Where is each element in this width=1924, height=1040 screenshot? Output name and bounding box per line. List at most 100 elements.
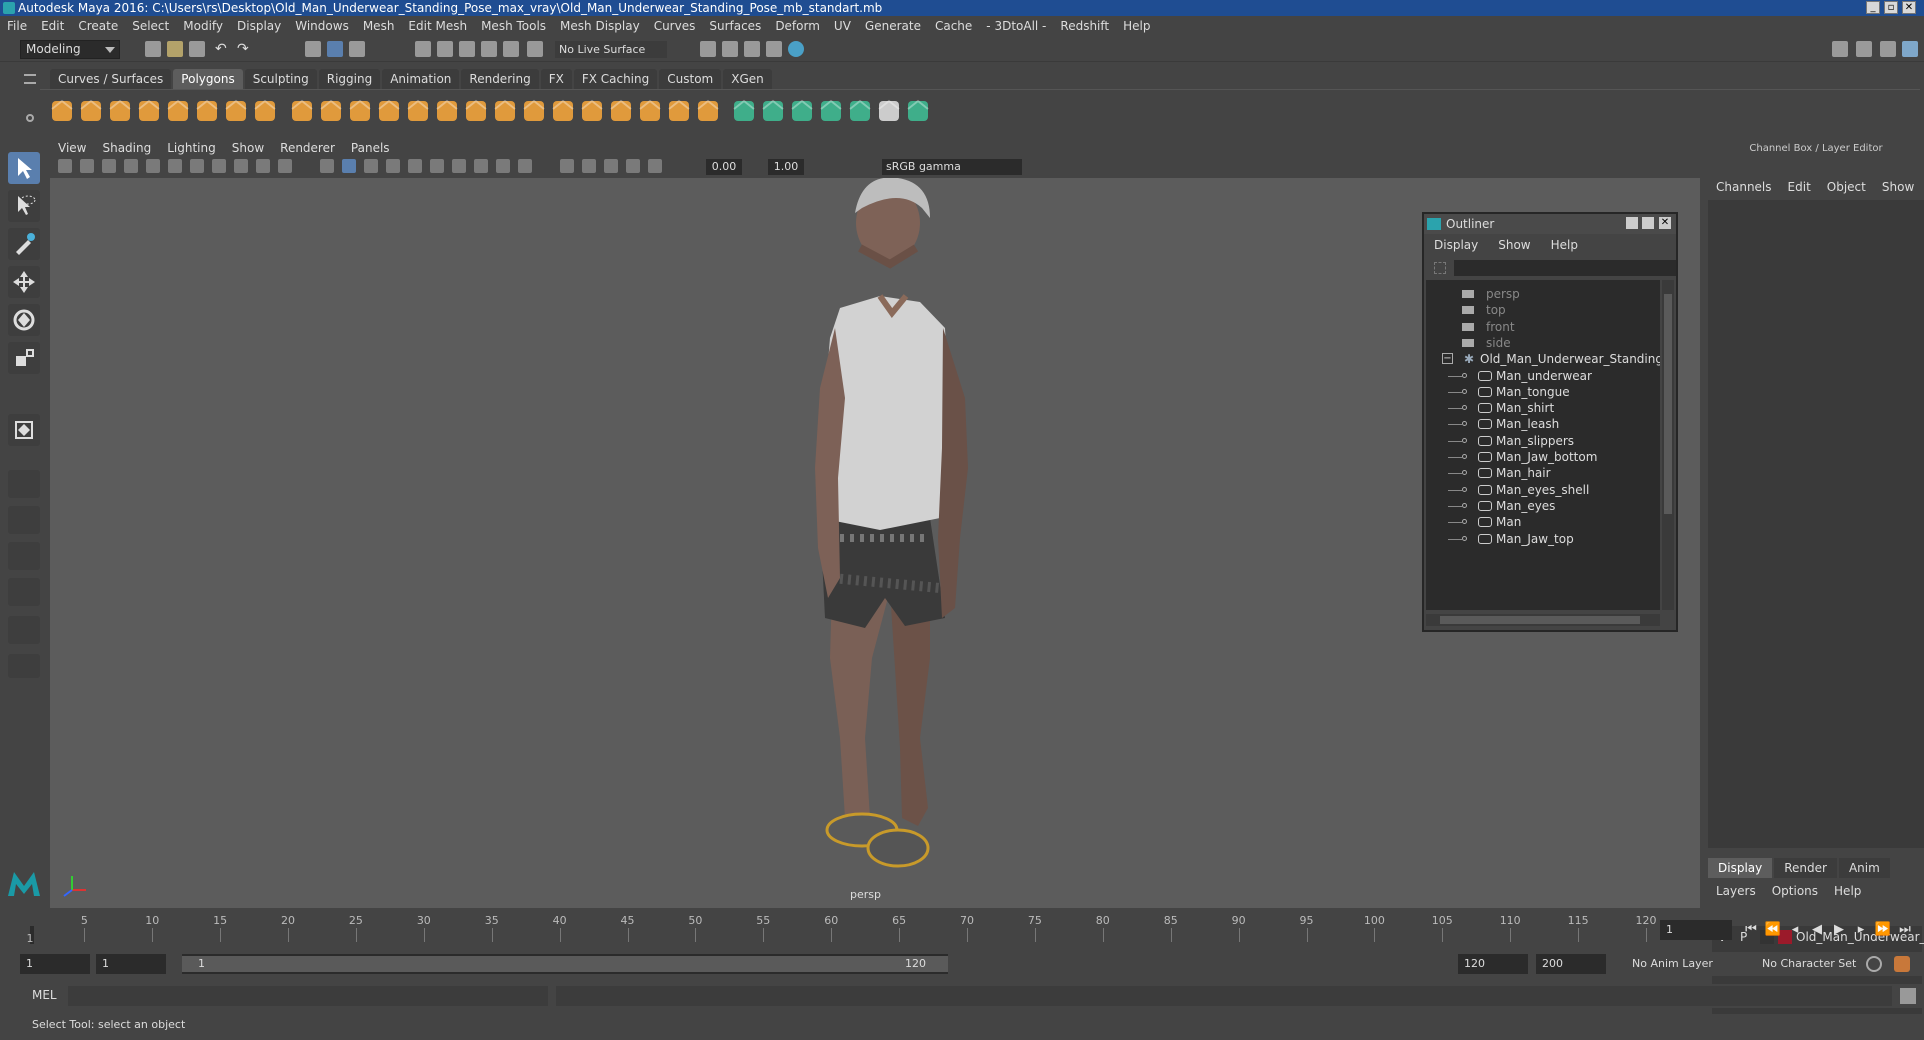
hscrollbar-thumb[interactable] — [1440, 616, 1640, 624]
uv-editor-icon[interactable] — [730, 97, 758, 125]
modeling-toolkit-icon[interactable] — [1832, 41, 1848, 57]
step-forward-frame-icon[interactable]: ▸ — [1850, 920, 1872, 940]
maximize-button[interactable]: ▫ — [1884, 1, 1898, 14]
render-settings-icon[interactable] — [766, 41, 782, 57]
channel-box-icon[interactable] — [1902, 41, 1918, 57]
exposure-icon[interactable] — [648, 159, 662, 173]
screen-space-ao-icon[interactable] — [452, 159, 466, 173]
fill-hole-icon[interactable] — [636, 97, 664, 125]
layout-custom-icon[interactable] — [8, 654, 40, 678]
outliner-vertical-scrollbar[interactable] — [1662, 280, 1674, 610]
tab-curves-surfaces[interactable]: Curves / Surfaces — [50, 69, 172, 89]
panel-menu-lighting[interactable]: Lighting — [159, 140, 224, 156]
filter-icon[interactable] — [1434, 262, 1446, 274]
menu-help[interactable]: Help — [1116, 19, 1157, 33]
outliner-minimize-button[interactable] — [1626, 217, 1638, 229]
scrollbar-thumb[interactable] — [1664, 294, 1672, 514]
menu-mesh-tools[interactable]: Mesh Tools — [474, 19, 553, 33]
menu-mesh-display[interactable]: Mesh Display — [553, 19, 647, 33]
uv-planar-icon[interactable] — [694, 97, 722, 125]
menu-3dtoall[interactable]: - 3DtoAll - — [979, 19, 1053, 33]
gate-mask-icon[interactable] — [212, 159, 226, 173]
snap-point-icon[interactable] — [459, 41, 475, 57]
scale-tool-icon[interactable] — [8, 342, 40, 374]
extract-icon[interactable] — [404, 97, 432, 125]
playback-start-field[interactable]: 1 — [96, 954, 166, 974]
menu-display[interactable]: Display — [230, 19, 288, 33]
textured-icon[interactable] — [386, 159, 400, 173]
color-space-dropdown[interactable]: sRGB gamma — [882, 159, 1022, 175]
wireframe-on-shaded-icon[interactable] — [364, 159, 378, 173]
poly-torus-icon[interactable] — [193, 97, 221, 125]
hypershade-icon[interactable] — [788, 41, 804, 57]
target-weld-icon[interactable] — [491, 97, 519, 125]
resolution-gate-icon[interactable] — [190, 159, 204, 173]
xray-icon[interactable] — [582, 159, 596, 173]
minimize-button[interactable]: _ — [1866, 1, 1880, 14]
grid-icon[interactable] — [146, 159, 160, 173]
snap-view-icon[interactable] — [481, 41, 497, 57]
safe-title-icon[interactable] — [278, 159, 292, 173]
isolate-select-icon[interactable] — [560, 159, 574, 173]
show-manipulator-icon[interactable] — [8, 414, 40, 446]
end-time-field[interactable]: 200 — [1536, 954, 1606, 974]
outliner-menu-help[interactable]: Help — [1541, 238, 1588, 252]
uv-toolkit-icon[interactable] — [904, 97, 932, 125]
render-view-icon[interactable] — [700, 41, 716, 57]
smooth-icon[interactable] — [375, 97, 403, 125]
layout-four-icon[interactable] — [8, 506, 40, 534]
exposure-field[interactable]: 0.00 — [706, 159, 742, 175]
live-surface-field[interactable]: No Live Surface — [555, 41, 667, 58]
step-forward-key-icon[interactable]: ⏩ — [1872, 920, 1894, 940]
tab-polygons[interactable]: Polygons — [173, 69, 243, 89]
time-slider[interactable]: 1 5 10 15 20 25 30 35 40 45 50 55 60 65 70 75 80 85 90 95 10… — [20, 912, 1657, 946]
uv-sew-icon[interactable] — [788, 97, 816, 125]
menu-curves[interactable]: Curves — [647, 19, 703, 33]
camera-attr-icon[interactable] — [80, 159, 94, 173]
snap-live-icon[interactable] — [527, 41, 543, 57]
poly-plane-icon[interactable] — [164, 97, 192, 125]
layer-tab-render[interactable]: Render — [1774, 858, 1837, 878]
ipr-render-icon[interactable] — [744, 41, 760, 57]
menu-uv[interactable]: UV — [827, 19, 858, 33]
combine-icon[interactable] — [288, 97, 316, 125]
lasso-tool-icon[interactable] — [8, 190, 40, 222]
motion-blur-icon[interactable] — [474, 159, 488, 173]
bevel-icon[interactable] — [578, 97, 606, 125]
poly-pipe-icon[interactable] — [251, 97, 279, 125]
menu-create[interactable]: Create — [71, 19, 125, 33]
undo-icon[interactable]: ↶ — [215, 41, 231, 57]
snap-surface-icon[interactable] — [503, 41, 519, 57]
menu-edit-mesh[interactable]: Edit Mesh — [401, 19, 474, 33]
channel-menu-show[interactable]: Show — [1874, 180, 1922, 194]
tab-xgen[interactable]: XGen — [723, 69, 772, 89]
tab-animation[interactable]: Animation — [382, 69, 460, 89]
command-language-label[interactable]: MEL — [32, 988, 57, 1002]
go-to-start-icon[interactable]: ⏮ — [1740, 920, 1762, 940]
snap-grid-icon[interactable] — [415, 41, 431, 57]
poly-cone-icon[interactable] — [135, 97, 163, 125]
close-button[interactable]: ✕ — [1902, 1, 1916, 14]
menu-mesh[interactable]: Mesh — [356, 19, 402, 33]
channel-menu-channels[interactable]: Channels — [1708, 180, 1780, 194]
range-slider-handle[interactable]: 1 120 — [182, 956, 948, 972]
go-to-end-icon[interactable]: ⏭ — [1894, 920, 1916, 940]
play-forward-icon[interactable]: ▶ — [1828, 920, 1850, 940]
menu-redshift[interactable]: Redshift — [1053, 19, 1116, 33]
new-scene-icon[interactable] — [145, 41, 161, 57]
shelf-settings-icon[interactable] — [26, 114, 34, 122]
use-lights-icon[interactable] — [408, 159, 422, 173]
outliner-titlebar[interactable]: Outliner ✕ — [1424, 214, 1676, 234]
menu-generate[interactable]: Generate — [858, 19, 928, 33]
panel-menu-renderer[interactable]: Renderer — [272, 140, 343, 156]
anti-alias-icon[interactable] — [496, 159, 510, 173]
layer-tab-display[interactable]: Display — [1708, 858, 1773, 878]
outliner-menu-display[interactable]: Display — [1424, 238, 1488, 252]
shadows-icon[interactable] — [430, 159, 444, 173]
open-scene-icon[interactable] — [167, 41, 183, 57]
save-scene-icon[interactable] — [189, 41, 205, 57]
tab-sculpting[interactable]: Sculpting — [244, 69, 317, 89]
bridge-icon[interactable] — [520, 97, 548, 125]
anim-layer-dropdown[interactable]: No Anim Layer — [1626, 954, 1750, 974]
panel-menu-view[interactable]: View — [50, 140, 94, 156]
